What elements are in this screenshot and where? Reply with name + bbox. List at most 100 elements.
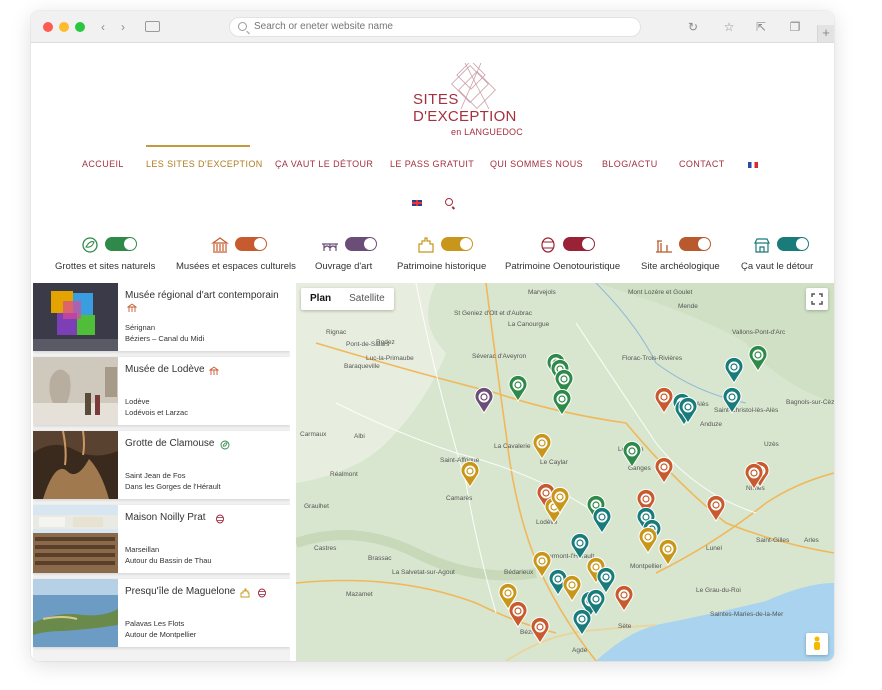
map-marker-shop[interactable]	[572, 609, 592, 636]
filter-toggle-archeo[interactable]	[679, 237, 711, 251]
minimize-window-button[interactable]	[59, 22, 69, 32]
filter-toggle-musees[interactable]	[235, 237, 267, 251]
site-town: Lodève	[125, 397, 150, 406]
map-marker-shop[interactable]	[592, 507, 612, 534]
map-town-label: Agde	[572, 647, 588, 654]
nav-item-contact[interactable]: CONTACT	[679, 159, 725, 169]
list-item[interactable]: Presqu'île de Maguelone Palavas Les Flot…	[33, 579, 290, 647]
tabs-icon[interactable]: ❐	[787, 19, 803, 35]
castle-icon	[240, 588, 250, 598]
barrel-icon	[216, 514, 224, 524]
new-tab-button[interactable]: +	[817, 25, 834, 42]
bridge-icon	[322, 243, 338, 251]
french-flag-icon[interactable]	[748, 162, 758, 168]
map-marker-leaf[interactable]	[748, 345, 768, 372]
site-title[interactable]: Maison Noilly Prat	[125, 512, 206, 523]
nav-item-qui[interactable]: QUI SOMMES NOUS	[490, 159, 583, 169]
map-marker-bridge[interactable]	[474, 387, 494, 414]
map-marker-castle[interactable]	[460, 461, 480, 488]
browser-toolbar: ‹ › ↻ ☆ ⇱ ❐ +	[31, 11, 834, 43]
map-town-label: Carmaux	[300, 431, 327, 438]
filter-label: Grottes et sites naturels	[55, 261, 156, 272]
sites-map[interactable]: Plan Satellite Marvejols Mont Lozère et G…	[296, 283, 834, 661]
nav-item-detour[interactable]: ÇA VAUT LE DÉTOUR	[275, 159, 373, 169]
filter-toggle-grottes[interactable]	[105, 237, 137, 251]
maximize-window-button[interactable]	[75, 22, 85, 32]
filter-label: Patrimoine Oenotouristique	[505, 261, 621, 272]
site-town: Palavas Les Flots	[125, 619, 185, 628]
map-town-label: Florac-Trois-Rivières	[622, 355, 683, 362]
list-item[interactable]: Musée régional d'art contemporain Sérign…	[33, 283, 290, 351]
map-marker-shop[interactable]	[724, 357, 744, 384]
site-title[interactable]: Musée régional d'art contemporain	[125, 290, 279, 301]
map-tab-satellite[interactable]: Satellite	[340, 288, 394, 310]
sites-list[interactable]: Musée régional d'art contemporain Sérign…	[33, 283, 290, 661]
map-marker-castle[interactable]	[658, 539, 678, 566]
filter-label: Patrimoine historique	[397, 261, 487, 272]
map-town-label: Saintes-Maries-de-la-Mer	[710, 611, 784, 618]
list-item[interactable]: Grotte de Clamouse Saint Jean de Fos Dan…	[33, 431, 290, 499]
map-town-label: Albi	[354, 433, 365, 440]
map-marker-museum[interactable]	[508, 601, 528, 628]
map-tab-plan[interactable]: Plan	[301, 288, 340, 310]
map-town-label: Vallons-Pont-d'Arc	[732, 329, 786, 336]
site-area: Autour de Montpellier	[125, 630, 197, 639]
map-marker-museum[interactable]	[614, 585, 634, 612]
map-town-label: Mont Lozère et Goulet	[628, 289, 693, 296]
street-view-button[interactable]	[806, 633, 828, 655]
ruins-icon	[656, 240, 672, 253]
map-town-label: Sète	[618, 623, 632, 630]
map-town-label: Anduze	[700, 421, 723, 428]
filter-label: Musées et espaces culturels	[176, 261, 296, 272]
site-area: Béziers – Canal du Midi	[125, 334, 205, 343]
logo-text-languedoc: en LANGUEDOC	[451, 127, 523, 137]
site-title[interactable]: Presqu'île de Maguelone	[125, 586, 235, 597]
nav-item-blog[interactable]: BLOG/ACTU	[602, 159, 658, 169]
map-marker-shop[interactable]	[722, 387, 742, 414]
map-marker-museum[interactable]	[530, 617, 550, 644]
filter-toggle-oeno[interactable]	[563, 237, 595, 251]
back-icon[interactable]: ‹	[95, 19, 111, 35]
barrel-icon	[258, 588, 266, 598]
map-marker-shop[interactable]	[678, 397, 698, 424]
map-marker-museum[interactable]	[654, 387, 674, 414]
map-town-label: Castres	[314, 545, 337, 552]
search-icon[interactable]	[445, 198, 453, 206]
map-marker-shop[interactable]	[570, 533, 590, 560]
map-marker-leaf[interactable]	[622, 441, 642, 468]
map-marker-castle[interactable]	[638, 527, 658, 554]
nav-item-sites[interactable]: LES SITES D'EXCEPTION	[146, 159, 263, 169]
filter-toggle-historique[interactable]	[441, 237, 473, 251]
map-marker-museum[interactable]	[706, 495, 726, 522]
bookmark-star-icon[interactable]: ☆	[721, 19, 737, 35]
sidebar-icon[interactable]	[145, 21, 160, 32]
main-nav: ACCUEIL LES SITES D'EXCEPTION ÇA VAUT LE…	[31, 159, 834, 175]
list-item[interactable]: Musée de Lodève Lodève Lodévois et Larza…	[33, 357, 290, 425]
fullscreen-button[interactable]	[806, 288, 828, 310]
map-town-label: Bagnols-sur-Cèze	[786, 399, 834, 406]
url-input[interactable]	[254, 21, 624, 32]
map-marker-museum[interactable]	[654, 457, 674, 484]
address-bar[interactable]	[229, 17, 641, 37]
site-title[interactable]: Musée de Lodève	[125, 364, 205, 375]
map-marker-castle[interactable]	[562, 575, 582, 602]
nav-item-pass[interactable]: LE PASS GRATUIT	[390, 159, 474, 169]
shop-icon	[754, 238, 770, 253]
forward-icon[interactable]: ›	[115, 19, 131, 35]
map-marker-leaf[interactable]	[552, 389, 572, 416]
list-item[interactable]: Maison Noilly Prat Marseillan Autour du …	[33, 505, 290, 573]
share-icon[interactable]: ⇱	[753, 19, 769, 35]
nav-item-accueil[interactable]: ACCUEIL	[82, 159, 124, 169]
museum-icon	[211, 237, 229, 253]
map-marker-castle[interactable]	[532, 433, 552, 460]
site-title[interactable]: Grotte de Clamouse	[125, 438, 215, 449]
map-marker-leaf[interactable]	[508, 375, 528, 402]
logo-text-sites: SITES	[413, 91, 459, 108]
english-flag-icon[interactable]	[412, 200, 422, 206]
reload-icon[interactable]: ↻	[685, 19, 701, 35]
filter-toggle-ouvrage[interactable]	[345, 237, 377, 251]
map-marker-castle[interactable]	[550, 487, 570, 514]
filter-toggle-detour[interactable]	[777, 237, 809, 251]
map-marker-museum[interactable]	[744, 463, 764, 490]
close-window-button[interactable]	[43, 22, 53, 32]
